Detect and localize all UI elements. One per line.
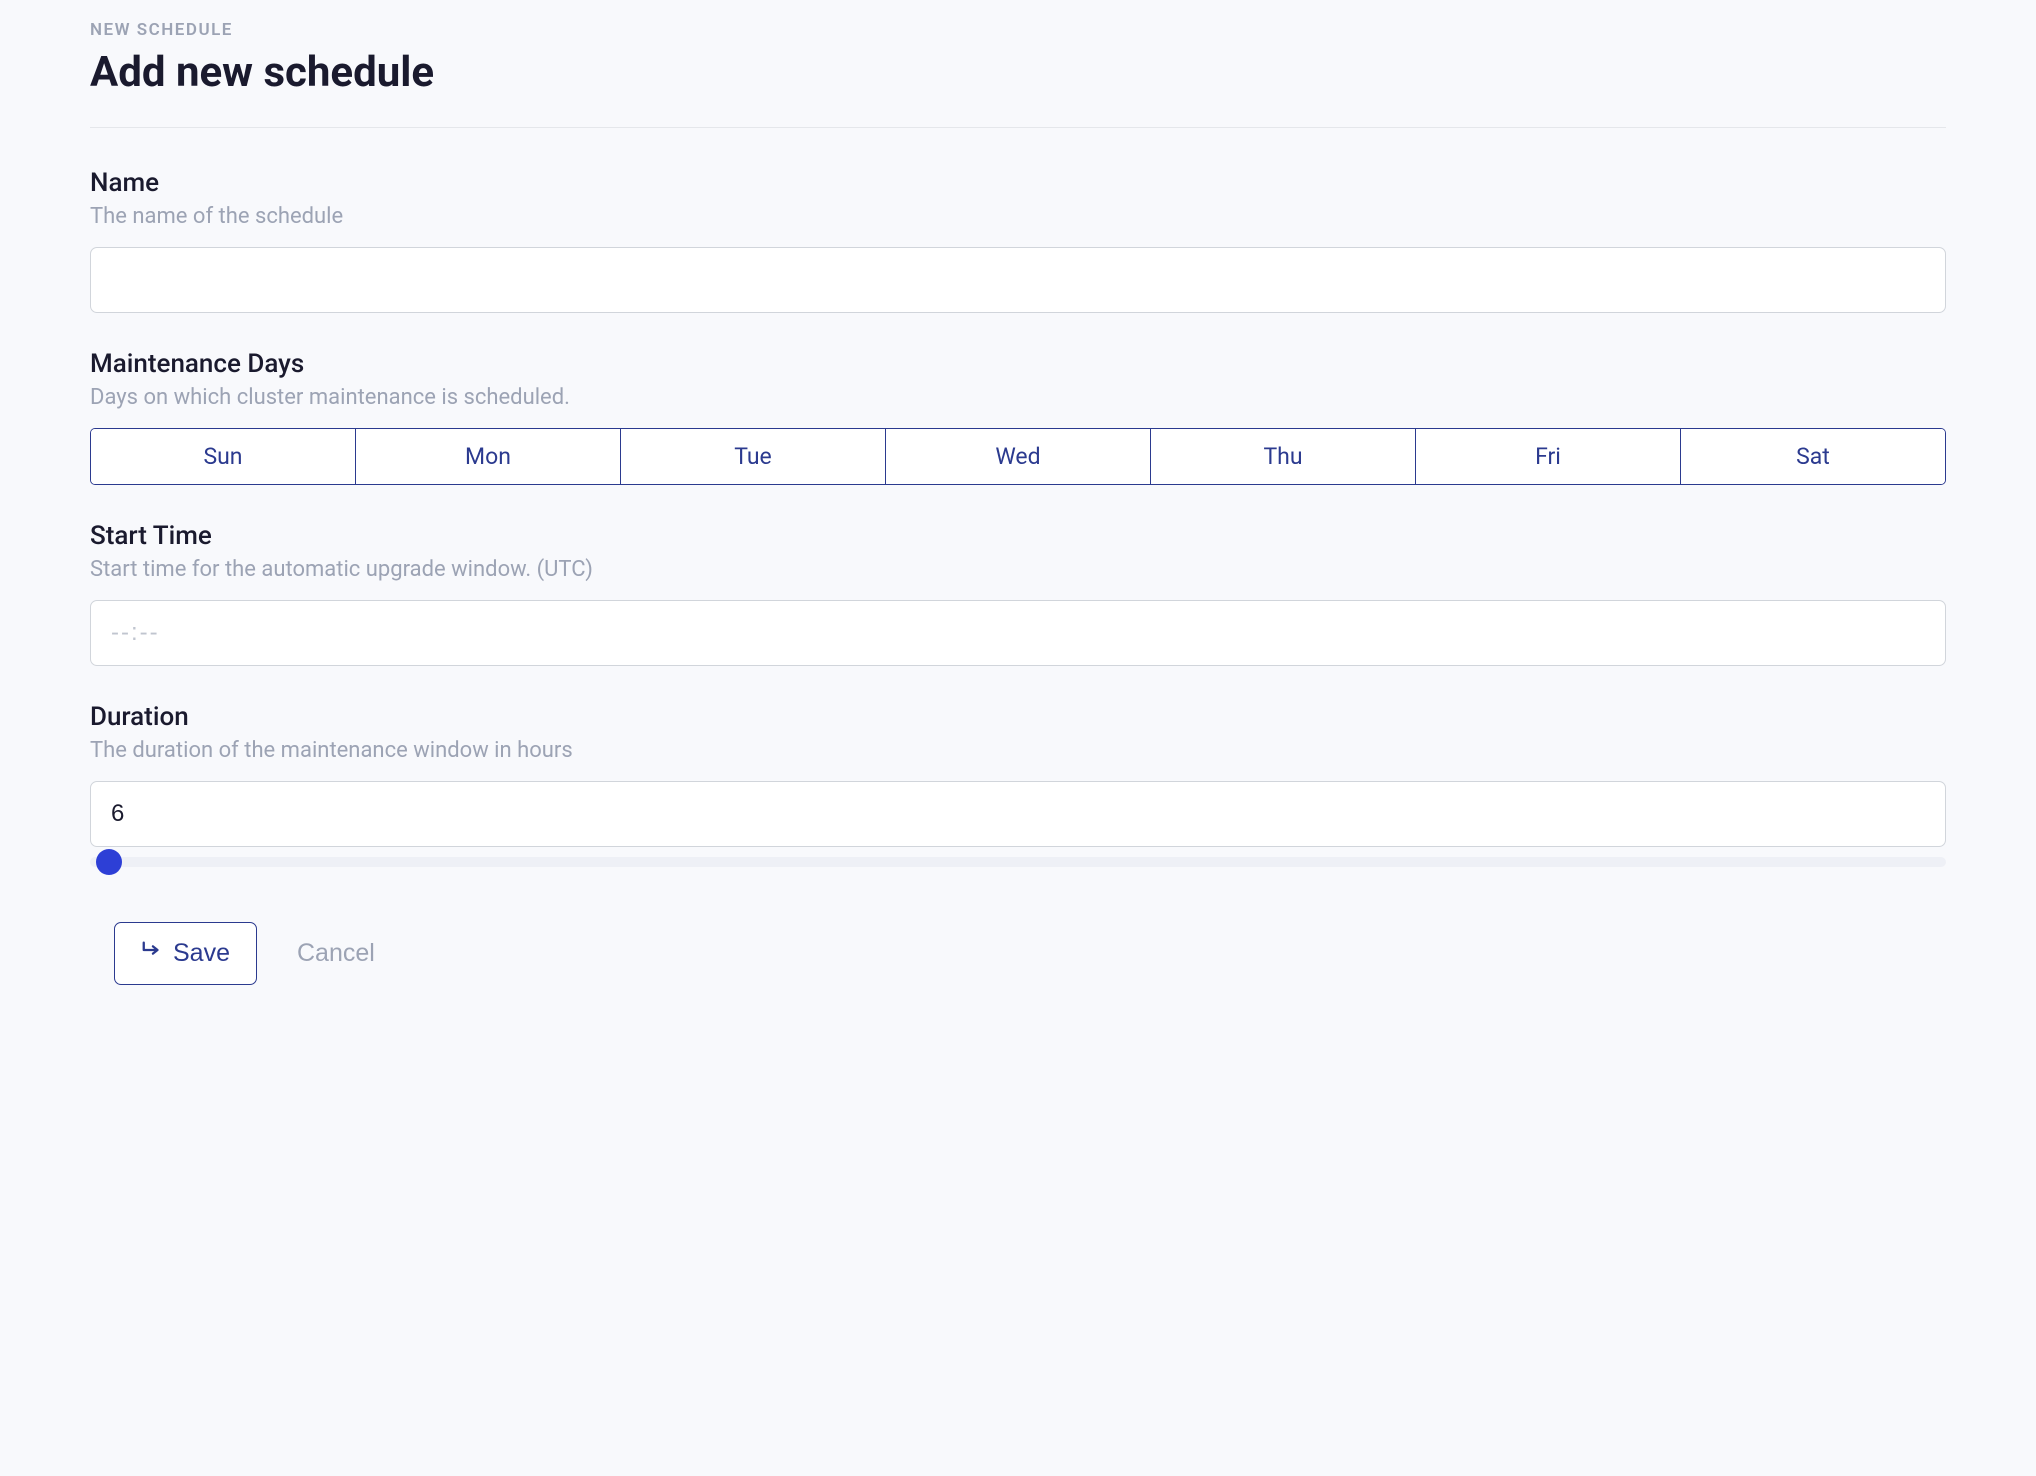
start-time-input[interactable] bbox=[90, 600, 1946, 666]
save-button[interactable]: Save bbox=[114, 922, 257, 985]
name-label: Name bbox=[90, 168, 1946, 198]
day-option-sat[interactable]: Sat bbox=[1681, 429, 1945, 484]
save-arrow-icon bbox=[141, 939, 163, 968]
day-selector: Sun Mon Tue Wed Thu Fri Sat bbox=[90, 428, 1946, 485]
maintenance-days-label: Maintenance Days bbox=[90, 349, 1946, 379]
breadcrumb: NEW SCHEDULE bbox=[90, 20, 1946, 40]
cancel-button[interactable]: Cancel bbox=[297, 939, 375, 968]
day-option-thu[interactable]: Thu bbox=[1151, 429, 1416, 484]
start-time-label: Start Time bbox=[90, 521, 1946, 551]
day-option-tue[interactable]: Tue bbox=[621, 429, 886, 484]
save-button-label: Save bbox=[173, 939, 230, 968]
slider-track bbox=[90, 857, 1946, 867]
day-option-mon[interactable]: Mon bbox=[356, 429, 621, 484]
duration-field-group: Duration The duration of the maintenance… bbox=[90, 702, 1946, 867]
duration-label: Duration bbox=[90, 702, 1946, 732]
day-option-wed[interactable]: Wed bbox=[886, 429, 1151, 484]
divider bbox=[90, 127, 1946, 128]
duration-input[interactable] bbox=[90, 781, 1946, 847]
start-time-description: Start time for the automatic upgrade win… bbox=[90, 557, 1946, 582]
slider-thumb[interactable] bbox=[96, 849, 122, 875]
name-description: The name of the schedule bbox=[90, 204, 1946, 229]
maintenance-days-description: Days on which cluster maintenance is sch… bbox=[90, 385, 1946, 410]
page-title: Add new schedule bbox=[90, 48, 1946, 97]
start-time-field-group: Start Time Start time for the automatic … bbox=[90, 521, 1946, 666]
name-field-group: Name The name of the schedule bbox=[90, 168, 1946, 313]
maintenance-days-field-group: Maintenance Days Days on which cluster m… bbox=[90, 349, 1946, 485]
name-input[interactable] bbox=[90, 247, 1946, 313]
duration-slider[interactable] bbox=[90, 857, 1946, 867]
button-row: Save Cancel bbox=[90, 922, 1946, 985]
duration-description: The duration of the maintenance window i… bbox=[90, 738, 1946, 763]
day-option-fri[interactable]: Fri bbox=[1416, 429, 1681, 484]
day-option-sun[interactable]: Sun bbox=[91, 429, 356, 484]
